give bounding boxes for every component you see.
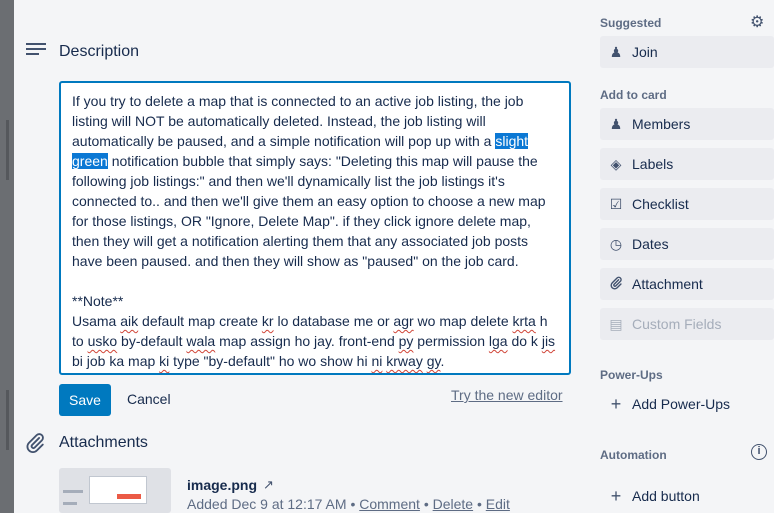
description-paragraph: If you try to delete a map that is conne… <box>72 93 546 269</box>
edit-link[interactable]: Edit <box>486 496 510 512</box>
misspelled-word: jis <box>541 333 556 349</box>
person-icon: ♟ <box>609 43 623 60</box>
gear-icon[interactable]: ⚙ <box>750 12 764 32</box>
checklist-button[interactable]: ☑ Checklist <box>600 188 774 220</box>
plus-icon: + <box>610 485 622 506</box>
comment-link[interactable]: Comment <box>359 496 420 512</box>
suggested-label: Suggested <box>600 16 662 30</box>
labels-button[interactable]: ◈ Labels <box>600 148 774 180</box>
misspelled-word: gy <box>426 353 441 369</box>
open-external-icon[interactable]: ↗ <box>263 477 274 493</box>
custom-fields-icon: ▤ <box>609 315 623 332</box>
join-button[interactable]: ♟ Join <box>600 36 774 68</box>
attachment-name[interactable]: image.png <box>187 477 257 493</box>
misspelled-word: usko <box>87 333 118 349</box>
members-button[interactable]: ♟ Members <box>600 108 774 140</box>
checklist-icon: ☑ <box>609 195 623 212</box>
note-heading: **Note** <box>72 293 124 309</box>
plus-icon: + <box>610 393 622 414</box>
misspelled-word: wala <box>186 333 216 349</box>
note-paragraph: Usama aik default map create kr lo datab… <box>72 313 556 369</box>
add-to-card-label: Add to card <box>600 88 667 102</box>
add-power-ups-button[interactable]: + Add Power-Ups <box>600 388 774 420</box>
attachment-button[interactable]: Attachment <box>600 268 774 300</box>
misspelled-word: lga <box>488 333 508 349</box>
person-icon: ♟ <box>609 115 623 132</box>
description-icon <box>26 43 46 59</box>
misspelled-word: agr <box>393 313 414 329</box>
save-button[interactable]: Save <box>59 384 111 416</box>
description-editor[interactable]: If you try to delete a map that is conne… <box>59 81 571 375</box>
misspelled-word: kr <box>261 313 274 329</box>
paperclip-icon <box>24 432 46 460</box>
misspelled-word: ki <box>159 353 170 369</box>
power-ups-label: Power-Ups <box>600 368 663 382</box>
custom-fields-button[interactable]: ▤ Custom Fields <box>600 308 774 340</box>
dates-button[interactable]: ◷ Dates <box>600 228 774 260</box>
misspelled-word: aik <box>120 313 139 329</box>
try-new-editor-link[interactable]: Try the new editor <box>451 387 563 403</box>
attachment-thumbnail[interactable] <box>59 468 171 513</box>
attachment-meta: Added Dec 9 at 12:17 AM • Comment • Dele… <box>187 496 510 512</box>
delete-link[interactable]: Delete <box>433 496 473 512</box>
board-edge-mark <box>6 120 9 180</box>
attachments-title: Attachments <box>59 434 148 451</box>
board-edge-mark <box>6 390 9 450</box>
description-title: Description <box>59 43 140 60</box>
misspelled-word: krta <box>512 313 536 329</box>
cancel-button[interactable]: Cancel <box>127 391 171 407</box>
board-edge <box>0 0 14 513</box>
misspelled-word: py <box>398 333 414 349</box>
misspelled-word: ni <box>371 353 383 369</box>
tag-icon: ◈ <box>610 155 622 172</box>
add-button-button[interactable]: + Add button <box>600 480 774 512</box>
misspelled-word: krway <box>386 353 423 369</box>
info-icon[interactable]: i <box>751 444 767 460</box>
automation-label: Automation <box>600 448 667 462</box>
clock-icon: ◷ <box>609 235 623 252</box>
paperclip-icon <box>600 276 632 293</box>
